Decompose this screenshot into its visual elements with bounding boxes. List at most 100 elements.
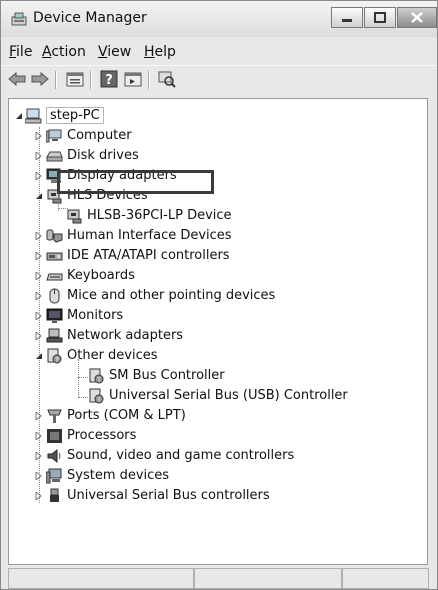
menu-help-label: elp [154, 44, 176, 60]
tree-item-sound-video-game[interactable]: Sound, video and game controllers [9, 446, 427, 466]
tree-item-human-interface-devices[interactable]: Human Interface Devices [9, 226, 427, 246]
properties-icon[interactable] [65, 70, 85, 88]
toolbar-separator [55, 71, 57, 89]
toolbar-separator [90, 71, 92, 89]
toolbar-separator [148, 71, 150, 89]
unknown-device-icon: ! [89, 368, 104, 384]
tree-item-other-devices[interactable]: ? Other devices [9, 346, 427, 366]
expand-icon[interactable] [35, 152, 43, 160]
processor-icon [47, 429, 62, 443]
expand-icon[interactable] [35, 292, 43, 300]
tree-item-network-adapters[interactable]: Network adapters [9, 326, 427, 346]
system-device-icon [46, 468, 62, 484]
disk-drive-icon [46, 151, 63, 162]
scan-hardware-icon[interactable] [157, 70, 177, 88]
tree-item-label: HLSB-36PCI-LP Device [87, 208, 232, 223]
menu-file[interactable]: File [9, 44, 32, 60]
menu-bar: File Action View Help [1, 39, 437, 63]
back-icon[interactable] [7, 70, 27, 88]
tree-item-label: Sound, video and game controllers [67, 448, 295, 463]
tree-item-usb-controllers[interactable]: Universal Serial Bus controllers [9, 486, 427, 506]
minimize-icon [342, 19, 352, 22]
expand-icon[interactable] [35, 272, 43, 280]
collapse-icon[interactable] [35, 352, 43, 360]
port-icon [47, 409, 62, 423]
menu-file-label: ile [16, 44, 33, 60]
title-bar[interactable]: Device Manager [1, 1, 437, 37]
monitor-icon [46, 308, 63, 323]
expand-icon[interactable] [35, 252, 43, 260]
menu-view-label: iew [107, 44, 132, 60]
menu-file-accel: F [9, 44, 17, 60]
tree-item-mice[interactable]: Mice and other pointing devices [9, 286, 427, 306]
hid-icon [46, 229, 63, 243]
forward-icon[interactable] [30, 70, 50, 88]
unknown-device-icon: ! [89, 388, 104, 404]
network-adapter-icon [46, 328, 63, 343]
expand-icon[interactable] [35, 472, 43, 480]
tree-item-label: System devices [67, 468, 170, 483]
menu-view-accel: V [98, 44, 108, 60]
expand-icon[interactable] [35, 432, 43, 440]
tree-root-label: step-PC [46, 107, 104, 124]
window-title: Device Manager [33, 10, 147, 26]
menu-help[interactable]: Help [144, 44, 176, 60]
expand-icon[interactable] [35, 332, 43, 340]
expand-icon[interactable] [35, 172, 43, 180]
expand-icon[interactable] [35, 132, 43, 140]
sound-icon [47, 448, 61, 464]
device-manager-window: Device Manager File Action View Help ? s… [0, 0, 438, 590]
tree-item-label: SM Bus Controller [109, 368, 225, 383]
hls-device-icon [67, 209, 82, 224]
ide-controller-icon [46, 252, 63, 261]
tree-item-label: Computer [67, 128, 132, 143]
maximize-button[interactable] [364, 7, 396, 28]
tree-item-sm-bus-controller[interactable]: ! SM Bus Controller [9, 366, 427, 386]
svg-text:!: ! [98, 376, 101, 384]
keyboard-icon [46, 273, 63, 281]
tree-item-keyboards[interactable]: Keyboards [9, 266, 427, 286]
tree-item-label: Ports (COM & LPT) [67, 408, 186, 423]
tree-item-monitors[interactable]: Monitors [9, 306, 427, 326]
tree-item-computer[interactable]: Computer [9, 126, 427, 146]
status-panel [194, 568, 342, 589]
tree-item-usb-controller[interactable]: ! Universal Serial Bus (USB) Controller [9, 386, 427, 406]
tree-item-ports[interactable]: Ports (COM & LPT) [9, 406, 427, 426]
computer-root-icon [25, 108, 42, 124]
collapse-icon[interactable] [35, 192, 43, 200]
tree-item-label: Universal Serial Bus controllers [67, 488, 270, 503]
svg-text:!: ! [98, 396, 101, 404]
tree-item-ide-ata-atapi-controllers[interactable]: IDE ATA/ATAPI controllers [9, 246, 427, 266]
minimize-button[interactable] [331, 7, 363, 28]
show-hidden-icon[interactable] [123, 70, 143, 88]
tree-item-system-devices[interactable]: System devices [9, 466, 427, 486]
tree-item-label: Processors [67, 428, 137, 443]
menu-view[interactable]: View [98, 44, 131, 60]
expand-icon[interactable] [35, 492, 43, 500]
status-panel [342, 568, 429, 589]
expand-icon[interactable] [35, 412, 43, 420]
collapse-icon[interactable] [15, 112, 23, 120]
tree-item-processors[interactable]: Processors [9, 426, 427, 446]
device-tree[interactable]: step-PC Computer Disk drives Display ada… [8, 98, 428, 565]
close-button[interactable] [397, 7, 437, 28]
mouse-icon [49, 288, 60, 304]
tree-item-label: Monitors [67, 308, 124, 323]
tree-item-label: Other devices [67, 348, 158, 363]
expand-icon[interactable] [35, 312, 43, 320]
status-panel [8, 568, 194, 589]
computer-icon [46, 129, 62, 143]
caption-buttons [331, 7, 437, 29]
tree-item-label: Universal Serial Bus (USB) Controller [109, 388, 348, 403]
help-icon[interactable]: ? [99, 70, 119, 88]
tree-item-disk-drives[interactable]: Disk drives [9, 146, 427, 166]
toolbar: ? [1, 65, 437, 94]
expand-icon[interactable] [35, 232, 43, 240]
expand-icon[interactable] [35, 452, 43, 460]
menu-action[interactable]: Action [42, 44, 86, 60]
tree-item-hlsb-36pci-lp-device[interactable]: HLSB-36PCI-LP Device [9, 206, 427, 226]
tree-root[interactable]: step-PC [9, 106, 427, 126]
svg-text:?: ? [55, 356, 59, 364]
usb-icon [50, 488, 59, 502]
close-icon [411, 12, 423, 23]
